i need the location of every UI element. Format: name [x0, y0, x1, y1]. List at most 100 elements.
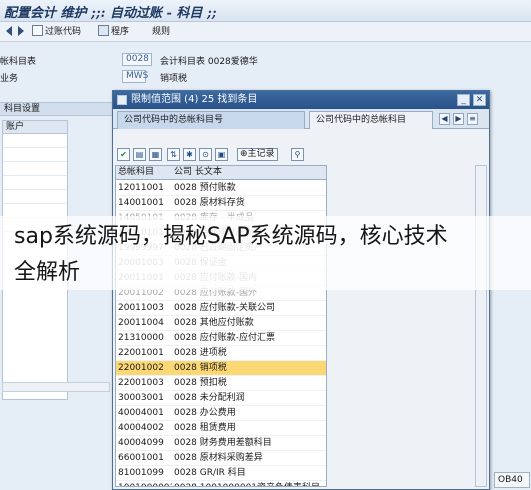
list-item[interactable]: 81001099 0028 GR/IR 科目	[116, 466, 326, 481]
tab-gl-account[interactable]: 公司代码中的总帐科目	[309, 111, 433, 129]
company-long-text: 0028 GR/IR 科目	[174, 468, 246, 478]
table-row[interactable]	[3, 190, 67, 204]
company-long-text: 0028 进项税	[174, 348, 227, 358]
rules-button[interactable]: 规则	[152, 25, 170, 39]
company-long-text: 0028 未分配利润	[174, 393, 245, 403]
table-row[interactable]	[3, 148, 67, 162]
list-item[interactable]: 40004002 0028 租赁费用	[116, 421, 326, 436]
overlay-line-1: sap系统源码，揭秘SAP系统源码，核心技术	[14, 224, 448, 249]
company-long-text: 0028 办公费用	[174, 408, 236, 418]
chart-of-accounts-field[interactable]: 0028	[122, 53, 152, 66]
list-item[interactable]: 22001002 0028 销项税	[116, 361, 326, 376]
app-toolbar: 过账代码 程序 规则	[0, 22, 531, 42]
list-item[interactable]: 40004099 0028 财务费用差额科目	[116, 436, 326, 451]
list-item[interactable]: 14001001 0028 原材料存货	[116, 196, 326, 211]
forward-icon[interactable]	[18, 26, 24, 36]
minimize-button[interactable]: _	[457, 94, 470, 106]
account-number: 40004099	[118, 438, 164, 448]
close-button[interactable]: ✕	[473, 94, 486, 106]
transaction-desc: 销项税	[160, 74, 188, 84]
posting-code-button[interactable]: 过账代码	[32, 25, 81, 39]
account-number: 81001099	[118, 468, 164, 478]
list-item[interactable]: 22001001 0028 进项税	[116, 346, 326, 361]
account-number: 22001003	[118, 378, 164, 388]
list-item[interactable]: 20011004 0028 其他应付账款	[116, 316, 326, 331]
list-item[interactable]: 30003001 0028 未分配利润	[116, 391, 326, 406]
list-item[interactable]: 20011003 0028 应付账款-关联公司	[116, 301, 326, 316]
company-long-text: 0028 原材料存货	[174, 198, 245, 208]
list-item[interactable]: 12011001 0028 预付账款	[116, 181, 326, 196]
binoculars-icon[interactable]: ⊙	[199, 148, 212, 161]
procedure-icon	[98, 25, 109, 36]
procedure-button[interactable]: 程序	[98, 25, 129, 39]
window-title: 配置会计 维护 ;;: 自动过账 - 科目 ;;	[4, 6, 217, 21]
company-long-text: 0028 1001000001资产负债表科目	[174, 481, 324, 486]
account-column-header: 账户	[3, 121, 67, 134]
account-number: 20011003	[118, 303, 164, 313]
account-number: 66001001	[118, 453, 164, 463]
company-long-text: 0028 财务费用差额科目	[174, 438, 272, 448]
list-item[interactable]: 22001003 0028 预扣税	[116, 376, 326, 391]
overlay-line-2: 全解析	[14, 260, 81, 285]
table-row[interactable]	[3, 176, 67, 190]
help-icon[interactable]: ⚲	[291, 148, 304, 161]
company-long-text: 0028 原材料采购差异	[174, 453, 263, 463]
settings-icon[interactable]: ✱	[183, 148, 196, 161]
tab-next-icon[interactable]: ▶	[453, 113, 464, 125]
transaction-label: 业务	[0, 74, 19, 84]
company-long-text: 0028 应付账款-应付汇票	[174, 333, 276, 343]
status-badge: OB40	[494, 472, 530, 488]
main-record-button[interactable]: ⊕主记录	[237, 148, 278, 161]
vertical-scrollbar[interactable]	[475, 165, 487, 487]
transaction-field[interactable]: MWS	[122, 70, 148, 83]
account-number: 12011001	[118, 183, 164, 193]
value-help-dialog: 限制值范围 (4) 25 找到条目 _ ✕ 公司代码中的总帐科目号 公司代码中的…	[112, 90, 490, 490]
horizontal-scrollbar[interactable]	[2, 382, 110, 392]
company-long-text: 0028 应付账款-关联公司	[174, 303, 276, 313]
tab-prev-icon[interactable]: ◀	[439, 113, 450, 125]
company-text-column-title: 公司 长文本	[174, 167, 222, 177]
table-row[interactable]	[3, 134, 67, 148]
rules-label: 规则	[152, 27, 171, 37]
account-number: 30003001	[118, 393, 164, 403]
company-long-text: 0028 销项税	[174, 363, 227, 373]
tab-list-icon[interactable]: ≡	[467, 113, 478, 125]
chart-of-accounts-desc: 会计科目表 0028爱德华	[160, 57, 258, 67]
account-number: 20011004	[118, 318, 164, 328]
list-item[interactable]: 21310000 0028 应付账款-应付汇票	[116, 331, 326, 346]
list-item[interactable]: 40004001 0028 办公费用	[116, 406, 326, 421]
account-number: 22001002	[118, 363, 164, 373]
table-row[interactable]	[3, 162, 67, 176]
account-column-title: 总帐科目	[118, 167, 155, 177]
dialog-title-bar: 限制值范围 (4) 25 找到条目 _ ✕	[113, 91, 489, 109]
tab-gl-account-number[interactable]: 公司代码中的总帐科目号	[117, 111, 305, 129]
sap-window: 配置会计 维护 ;;: 自动过账 - 科目 ;; 过账代码 程序 规则 帐科目表…	[0, 0, 531, 490]
sort-icon[interactable]: ⇅	[167, 148, 180, 161]
dialog-app-icon	[117, 95, 127, 105]
account-results-list: 总帐科目 公司 长文本 12011001 0028 预付账款 14001001 002…	[115, 165, 327, 487]
dialog-toolbar: ✔ ▤ ▦ ⇅ ✱ ⊙ ▣ ⊕主记录 ⚲	[115, 147, 487, 163]
company-long-text: 0028 预付账款	[174, 183, 236, 193]
results-header: 总帐科目 公司 长文本	[116, 166, 326, 180]
print-icon[interactable]: ▣	[215, 148, 228, 161]
overlay-caption: sap系统源码，揭秘SAP系统源码，核心技术 全解析	[0, 216, 531, 290]
check-icon[interactable]: ✔	[117, 148, 130, 161]
find-icon[interactable]: ▦	[149, 148, 162, 161]
company-long-text: 0028 租赁费用	[174, 423, 236, 433]
account-number: 40004002	[118, 423, 164, 433]
account-number: 14001001	[118, 198, 164, 208]
company-long-text: 0028 预扣税	[174, 378, 227, 388]
back-icon[interactable]	[6, 26, 12, 36]
main-record-label: 主记录	[247, 149, 275, 159]
list-icon	[32, 25, 43, 36]
chart-of-accounts-label: 帐科目表	[0, 57, 37, 67]
posting-code-label: 过账代码	[45, 27, 82, 37]
dialog-tabs: 公司代码中的总帐科目号 公司代码中的总帐科目 ◀ ▶ ≡	[113, 109, 489, 129]
list-item[interactable]: 10010000010028 1001000001资产负债表科目	[116, 481, 326, 486]
filter-icon[interactable]: ▤	[133, 148, 146, 161]
account-settings-header: 科目设置	[0, 102, 112, 116]
procedure-label: 程序	[111, 27, 130, 37]
main-record-icon: ⊕	[240, 149, 248, 159]
list-item[interactable]: 66001001 0028 原材料采购差异	[116, 451, 326, 466]
account-number: 21310000	[118, 333, 164, 343]
